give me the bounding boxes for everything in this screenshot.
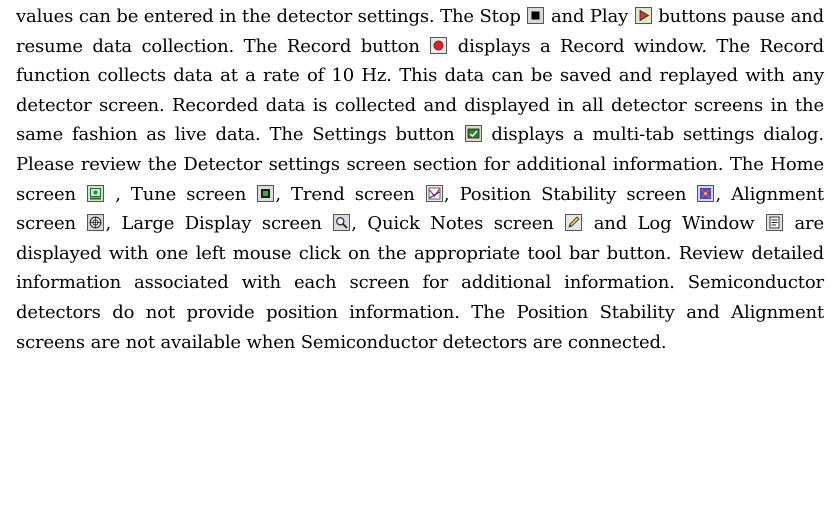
text-run: , Tune screen bbox=[105, 183, 257, 205]
text-run: , Trend screen bbox=[275, 183, 425, 205]
record-icon bbox=[430, 36, 448, 54]
tune-screen-icon bbox=[257, 184, 275, 202]
alignment-screen-icon bbox=[87, 214, 105, 232]
home-screen-icon bbox=[87, 184, 105, 202]
text-run: , Quick Notes screen bbox=[351, 213, 565, 235]
text-run: and Play bbox=[545, 6, 634, 27]
position-stability-icon bbox=[697, 184, 715, 202]
text-run: and Log Window bbox=[583, 213, 765, 235]
document-page: values can be entered in the detector se… bbox=[0, 0, 840, 518]
quick-notes-icon bbox=[565, 214, 583, 232]
stop-icon bbox=[527, 7, 545, 24]
text-run: , Position Stability screen bbox=[443, 183, 697, 205]
body-paragraph: values can be entered in the detector se… bbox=[16, 2, 824, 357]
settings-icon bbox=[464, 125, 482, 143]
trend-screen-icon bbox=[425, 184, 443, 202]
text-run: values can be entered in the detector se… bbox=[16, 6, 527, 27]
log-window-icon bbox=[765, 214, 783, 232]
play-icon bbox=[634, 7, 652, 24]
large-display-icon bbox=[333, 214, 351, 232]
text-run: , Large Display screen bbox=[105, 213, 333, 235]
